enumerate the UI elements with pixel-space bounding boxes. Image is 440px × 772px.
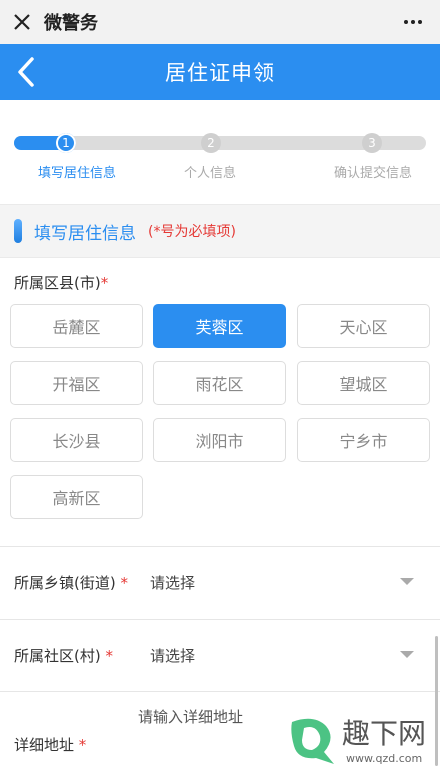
district-option[interactable]: 宁乡市 bbox=[297, 418, 430, 462]
caret-down-icon bbox=[400, 651, 414, 658]
district-option[interactable]: 长沙县 bbox=[10, 418, 143, 462]
district-option[interactable]: 高新区 bbox=[10, 475, 143, 519]
section-header: 填写居住信息 (*号为必填项) bbox=[0, 204, 440, 258]
required-note: (*号为必填项) bbox=[148, 224, 236, 240]
district-option[interactable]: 浏阳市 bbox=[153, 418, 286, 462]
step-3-dot: 3 bbox=[362, 133, 382, 153]
district-option[interactable]: 岳麓区 bbox=[10, 304, 143, 348]
district-option[interactable]: 望城区 bbox=[297, 361, 430, 405]
town-select[interactable]: 所属乡镇(街道) * 请选择 bbox=[0, 547, 440, 617]
watermark-url: www.qzd.com bbox=[346, 752, 423, 765]
progress-stepper: 1 2 3 填写居住信息 个人信息 确认提交信息 bbox=[0, 100, 440, 204]
divider bbox=[0, 691, 440, 692]
address-label: 详细地址 * bbox=[14, 734, 86, 755]
page-header: 居住证申领 bbox=[0, 44, 440, 100]
community-value: 请选择 bbox=[150, 646, 196, 665]
district-label: 所属区县(市)* bbox=[14, 272, 108, 293]
town-label-text: 所属乡镇(街道) bbox=[14, 573, 116, 592]
community-select[interactable]: 所属社区(村) * 请选择 bbox=[0, 620, 440, 690]
step-2-dot: 2 bbox=[201, 133, 221, 153]
required-star: * bbox=[105, 646, 114, 665]
district-option[interactable]: 雨花区 bbox=[153, 361, 286, 405]
watermark-logo: 趣下网 www.qzd.com bbox=[286, 712, 436, 768]
community-label: 所属社区(村) * bbox=[14, 645, 150, 666]
back-icon[interactable] bbox=[8, 52, 44, 92]
section-bar-icon bbox=[14, 219, 22, 243]
watermark-text: 趣下网 bbox=[342, 717, 427, 750]
required-star: * bbox=[100, 274, 109, 292]
town-value: 请选择 bbox=[150, 573, 196, 592]
close-icon[interactable] bbox=[0, 13, 44, 31]
page-title: 居住证申领 bbox=[165, 61, 275, 85]
watermark-icon bbox=[291, 718, 334, 764]
step-1-dot: 1 bbox=[56, 133, 76, 153]
more-icon[interactable] bbox=[400, 10, 426, 34]
district-option[interactable]: 开福区 bbox=[10, 361, 143, 405]
address-input[interactable]: 请输入详细地址 bbox=[138, 706, 243, 727]
required-star: * bbox=[120, 573, 129, 592]
required-star: * bbox=[78, 736, 87, 754]
section-title: 填写居住信息 bbox=[34, 223, 136, 244]
address-label-text: 详细地址 bbox=[14, 736, 75, 754]
district-label-text: 所属区县(市) bbox=[14, 274, 101, 292]
caret-down-icon bbox=[400, 578, 414, 585]
district-option[interactable]: 天心区 bbox=[297, 304, 430, 348]
step-2-label: 个人信息 bbox=[184, 166, 237, 181]
wechat-title: 微警务 bbox=[44, 13, 98, 34]
district-option-selected[interactable]: 芙蓉区 bbox=[153, 304, 286, 348]
town-label: 所属乡镇(街道) * bbox=[14, 572, 150, 593]
step-1-label: 填写居住信息 bbox=[38, 166, 117, 181]
community-label-text: 所属社区(村) bbox=[14, 646, 101, 665]
step-3-label: 确认提交信息 bbox=[334, 166, 413, 181]
wechat-top-bar: 微警务 bbox=[0, 0, 440, 44]
